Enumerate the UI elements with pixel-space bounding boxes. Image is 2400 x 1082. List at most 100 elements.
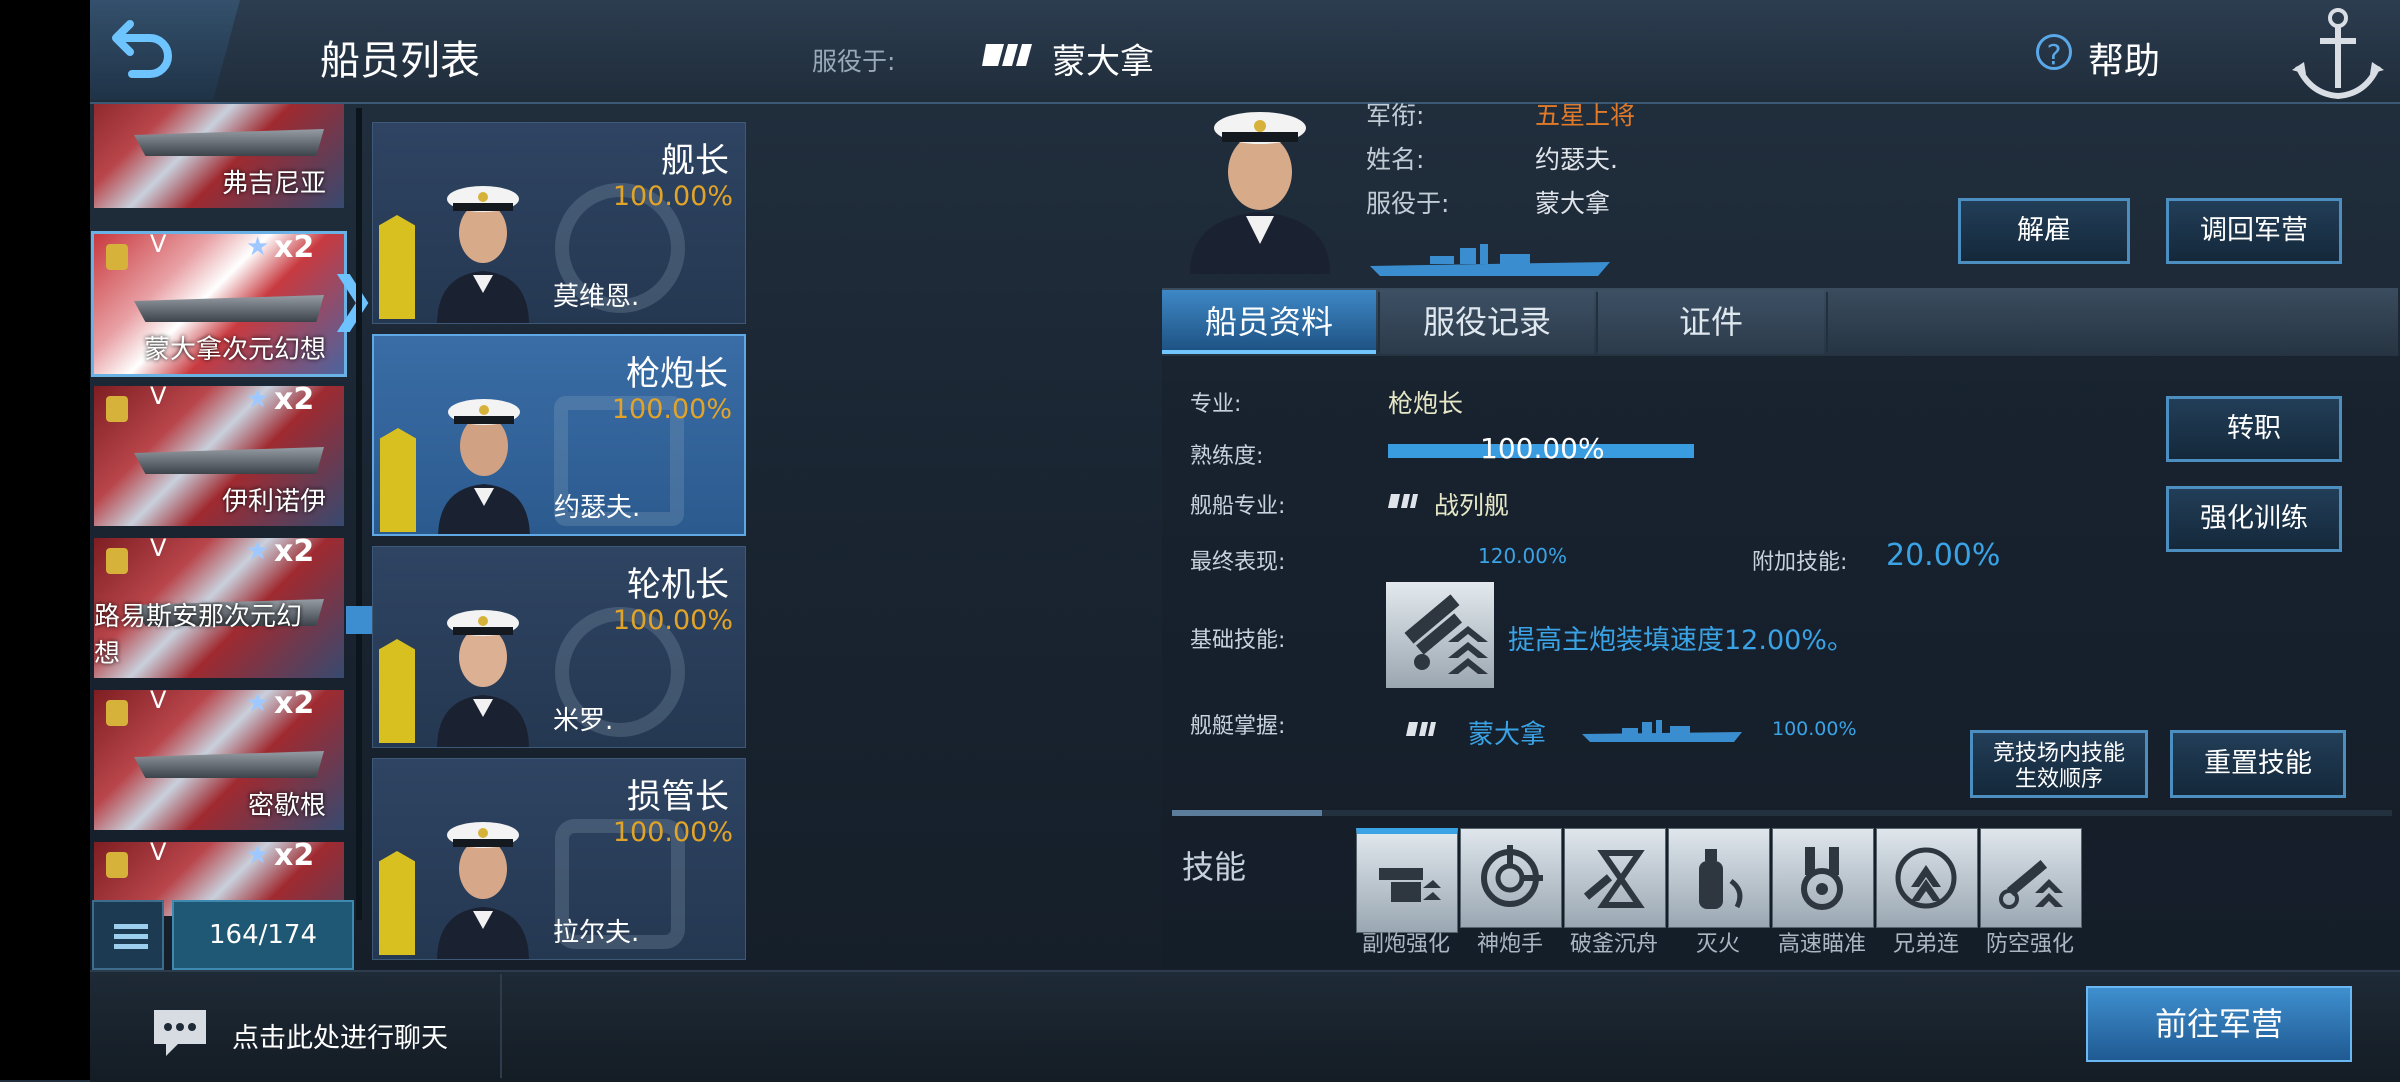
list-icon	[114, 924, 148, 929]
list-view-button[interactable]	[92, 900, 164, 970]
base-skill-tile[interactable]	[1386, 582, 1494, 688]
ship-name: 路易斯安那次元幻想	[94, 602, 303, 669]
ship-card[interactable]: V ★ x2 密歇根	[94, 690, 344, 830]
reload-skill-icon	[1404, 594, 1488, 674]
ship-count: x2	[274, 234, 315, 265]
battleship-class-icon	[1406, 722, 1436, 736]
rank-insignia-icon	[379, 639, 415, 743]
ship-class-icon	[982, 44, 1032, 66]
ship-card[interactable]: V ★ x2 伊利诺伊	[94, 386, 344, 526]
ship-image	[134, 751, 324, 778]
skill-fire-fighting[interactable]	[1668, 828, 1770, 928]
crew-name: 拉尔夫.	[553, 918, 640, 948]
crew-card-captain[interactable]: 舰长 100.00% 莫维恩.	[372, 122, 746, 324]
skill-label: 神炮手	[1476, 932, 1543, 957]
brotherhood-icon	[1895, 847, 1957, 909]
arena-skill-order-line2: 生效顺序	[2014, 767, 2103, 792]
crew-card-gunnery[interactable]: 枪炮长 100.00% 约瑟夫.	[372, 334, 746, 536]
turret-targeting-icon	[1801, 847, 1843, 910]
ship-silhouette-icon	[1370, 244, 1610, 276]
final-performance-value: 120.00%	[1478, 544, 1567, 568]
anchor-icon[interactable]	[2290, 4, 2386, 104]
goto-barracks-button[interactable]: 前往军营	[2086, 986, 2352, 1062]
officer-portrait	[437, 610, 529, 747]
scrollbar-thumb[interactable]	[346, 606, 372, 634]
rank-value: 五星上将	[1535, 101, 1636, 130]
skill-label: 破釜沉舟	[1569, 932, 1658, 957]
crew-role: 枪炮长	[626, 354, 728, 394]
ship-name: 弗吉尼亚	[221, 169, 326, 199]
fire-extinguisher-icon	[1699, 849, 1743, 909]
crew-role: 轮机长	[627, 565, 729, 605]
officer-portrait	[437, 822, 529, 959]
secondary-gun-icon	[1379, 868, 1441, 902]
skill-label: 高速瞄准	[1777, 932, 1866, 957]
help-label[interactable]: 帮助	[2088, 32, 2160, 84]
ship-list-scrollbar[interactable]	[356, 108, 362, 920]
ship-tier: V	[150, 842, 167, 866]
officer-large-portrait	[1190, 112, 1330, 274]
ship-spec-label: 舰船专业:	[1190, 494, 1286, 519]
ship-tier: V	[150, 386, 167, 410]
rank-label: 军衔:	[1366, 101, 1425, 130]
ship-spec-value: 战列舰	[1434, 491, 1510, 520]
crew-card-damage-control[interactable]: 损管长 100.00% 拉尔夫.	[372, 758, 746, 960]
tab-service-record[interactable]: 服役记录	[1380, 290, 1594, 354]
skill-marksman[interactable]	[1460, 828, 1562, 928]
battleship-class-icon	[1388, 494, 1418, 508]
medal-icon	[106, 396, 128, 422]
crew-role: 损管长	[627, 777, 729, 817]
reset-skills-button[interactable]: 重置技能	[2170, 730, 2346, 798]
officer-portrait	[438, 399, 530, 534]
skill-fast-targeting[interactable]	[1772, 828, 1874, 928]
ship-image	[134, 295, 324, 322]
recall-button[interactable]: 调回军营	[2166, 198, 2342, 264]
help-icon[interactable]: ?	[2036, 34, 2072, 71]
hourglass-icon	[1583, 850, 1645, 908]
officer-portrait	[437, 186, 529, 323]
serve-country: 蒙大拿	[1052, 42, 1154, 82]
dismiss-button[interactable]: 解雇	[1958, 198, 2130, 264]
tab-certificate[interactable]: 证件	[1598, 290, 1824, 354]
ship-tier: V	[150, 538, 167, 562]
crosshair-icon	[1481, 845, 1543, 907]
ship-card[interactable]: ★ x2 弗吉尼亚	[94, 104, 344, 208]
star-icon: ★	[246, 234, 270, 262]
ship-tier: V	[150, 234, 167, 258]
crew-proficiency: 100.00%	[612, 181, 733, 212]
ship-count: x2	[274, 690, 315, 721]
base-skill-value: 提高主炮装填速度12.00%。	[1508, 625, 1854, 656]
medal-icon	[106, 548, 128, 574]
skill-band-of-brothers[interactable]	[1876, 828, 1978, 928]
star-icon: ★	[246, 690, 270, 718]
skills-divider	[1172, 810, 2392, 816]
skill-secondary-battery[interactable]	[1356, 828, 1458, 933]
crew-card-engineer[interactable]: 轮机长 100.00% 米罗.	[372, 546, 746, 748]
ship-count: x2	[274, 386, 315, 417]
crew-role: 舰长	[661, 141, 729, 181]
chat-prompt[interactable]: 点击此处进行聊天	[232, 1016, 448, 1055]
transfer-button[interactable]: 转职	[2166, 396, 2342, 462]
skill-last-stand[interactable]	[1564, 828, 1666, 928]
tab-crew-info[interactable]: 船员资料	[1162, 290, 1376, 354]
final-performance-label: 最终表现:	[1190, 550, 1286, 575]
ship-card[interactable]: V ★ x2 路易斯安那次元幻想	[94, 538, 344, 678]
medal-icon	[106, 700, 128, 726]
ship-silhouette-icon	[1582, 720, 1742, 742]
proficiency-value: 100.00%	[1480, 432, 1605, 465]
enhance-training-button[interactable]: 强化训练	[2166, 486, 2342, 552]
name-label: 姓名:	[1366, 145, 1425, 174]
mastery-value: 100.00%	[1772, 718, 1857, 740]
skill-label: 灭火	[1695, 932, 1740, 957]
ship-list[interactable]: ★ x2 弗吉尼亚 V ★ x2 蒙大拿次元幻想 V ★ x2 伊利诺伊 V ★…	[90, 104, 360, 916]
star-icon: ★	[246, 386, 270, 414]
ship-card-selected[interactable]: V ★ x2 蒙大拿次元幻想	[91, 231, 347, 377]
ship-image	[134, 129, 324, 156]
arena-skill-order-button[interactable]: 竞技场内技能 生效顺序	[1970, 730, 2148, 798]
skills-divider-highlight	[1172, 810, 1322, 816]
chat-bubble-icon[interactable]	[150, 1006, 210, 1060]
rank-insignia-icon	[380, 428, 416, 532]
proficiency-label: 熟练度:	[1190, 444, 1264, 469]
bonus-skill-label: 附加技能:	[1752, 550, 1848, 575]
skill-aa-enhancement[interactable]	[1980, 828, 2082, 928]
